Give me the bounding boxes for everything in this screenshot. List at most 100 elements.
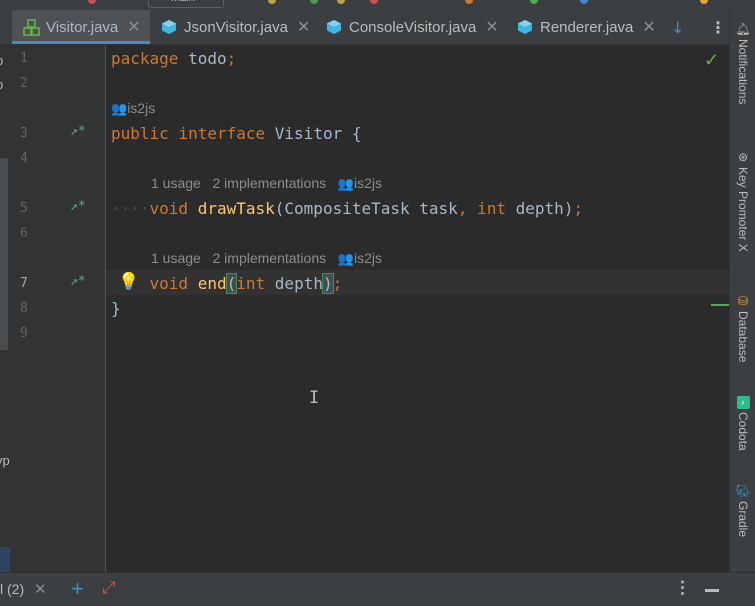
line-number: 1 bbox=[20, 51, 28, 66]
close-icon[interactable]: ✕ bbox=[127, 17, 140, 37]
branch-selector[interactable]: main bbox=[148, 0, 224, 8]
implemented-icon[interactable]: ↗* bbox=[70, 124, 86, 139]
line-number: 4 bbox=[20, 151, 28, 166]
more-vertical-icon: ⋮ bbox=[710, 17, 726, 37]
no-problems-check-icon[interactable]: ✓ bbox=[704, 50, 719, 71]
show-hidden-tabs-button[interactable]: ↓ bbox=[671, 10, 684, 44]
code-editor[interactable]: ✓ package todo; 👥is2js public interface … bbox=[106, 45, 729, 572]
top-toolbar-strip: main bbox=[0, 0, 755, 10]
keyword: void bbox=[149, 274, 189, 293]
toolbar-icon[interactable] bbox=[268, 0, 276, 4]
minimize-icon[interactable] bbox=[705, 589, 719, 592]
param-type: CompositeTask bbox=[284, 199, 410, 218]
code-line-3[interactable]: public interface Visitor { bbox=[111, 121, 362, 146]
codota-tool-button[interactable]: › Codota bbox=[730, 396, 755, 451]
keyword: int bbox=[477, 199, 506, 218]
usages-inlay-hint[interactable]: 1 usage 2 implementations 👥is2js bbox=[151, 172, 382, 194]
panel-selection bbox=[0, 547, 10, 572]
panel-scrollbar[interactable] bbox=[0, 158, 8, 350]
matched-paren: ) bbox=[322, 273, 334, 294]
method-name: end bbox=[197, 274, 227, 293]
key-promoter-icon: ⊛ bbox=[737, 150, 749, 164]
branch-label: main bbox=[171, 0, 195, 4]
usages-inlay-hint[interactable]: 1 usage 2 implementations 👥is2js bbox=[151, 247, 382, 269]
implementations-hint[interactable]: 2 implementations bbox=[213, 250, 327, 266]
keyword: void bbox=[149, 199, 189, 218]
tab-visitor-java[interactable]: Visitor.java ✕ bbox=[12, 10, 150, 44]
toolbar-icon[interactable] bbox=[530, 0, 538, 4]
toolbar-icon[interactable] bbox=[370, 0, 378, 4]
line-number: 8 bbox=[20, 301, 28, 316]
class-icon bbox=[160, 18, 178, 36]
keyword: interface bbox=[178, 124, 266, 143]
tab-label: ConsoleVisitor.java bbox=[349, 18, 477, 36]
matched-paren: ( bbox=[225, 273, 238, 294]
class-icon bbox=[325, 18, 343, 36]
database-tool-button[interactable]: ⛁ Database bbox=[730, 294, 755, 362]
tab-consolevisitor-java[interactable]: ConsoleVisitor.java ✕ bbox=[325, 10, 499, 44]
project-panel-edge: o o yp bbox=[0, 45, 10, 572]
terminal-tab-label[interactable]: l (2) bbox=[0, 581, 24, 597]
line-number: 5 bbox=[20, 201, 28, 216]
interface-name: Visitor bbox=[274, 124, 343, 143]
usage-hint[interactable]: 1 usage bbox=[151, 175, 201, 191]
line-number: 7 bbox=[20, 276, 28, 291]
line-number: 9 bbox=[20, 326, 28, 341]
implemented-icon[interactable]: ↗* bbox=[70, 199, 86, 214]
toolbar-icon[interactable] bbox=[88, 0, 96, 4]
people-icon: 👥 bbox=[337, 176, 354, 191]
gradle-icon: 🐘︎ bbox=[735, 484, 751, 498]
toolbar-icon[interactable] bbox=[337, 0, 345, 4]
key-promoter-tool-button[interactable]: ⊛ Key Promoter X bbox=[730, 150, 755, 252]
author-name[interactable]: is2js bbox=[354, 175, 382, 191]
author-name: is2js bbox=[127, 100, 156, 116]
tool-label: Notifications bbox=[736, 39, 750, 105]
bottom-tool-bar: l (2) ✕ + ⤢ ⋮ bbox=[0, 572, 755, 606]
code-line-5[interactable]: ····void drawTask(CompositeTask task, in… bbox=[111, 196, 583, 221]
keyword: public bbox=[111, 124, 169, 143]
down-arrow-icon: ↓ bbox=[671, 17, 685, 37]
tab-renderer-java[interactable]: Renderer.java ✕ bbox=[516, 10, 656, 44]
close-icon[interactable]: ✕ bbox=[485, 17, 498, 37]
close-icon[interactable]: ✕ bbox=[642, 17, 655, 37]
interface-icon bbox=[22, 18, 40, 36]
more-vertical-icon[interactable]: ⋮ bbox=[674, 578, 691, 598]
implemented-icon[interactable]: ↗* bbox=[70, 274, 86, 289]
toolbar-icon[interactable] bbox=[465, 0, 473, 4]
line-number: 2 bbox=[20, 76, 28, 91]
implementations-hint[interactable]: 2 implementations bbox=[213, 175, 327, 191]
expand-icon[interactable]: ⤢ bbox=[102, 578, 116, 598]
people-icon: 👥 bbox=[337, 251, 354, 266]
line-number: 3 bbox=[20, 126, 28, 141]
param-name: depth bbox=[274, 274, 323, 293]
notifications-tool-button[interactable]: 🔔︎ Notifications bbox=[730, 22, 755, 104]
code-line-8[interactable]: } bbox=[111, 296, 121, 321]
param-name: depth bbox=[515, 199, 564, 218]
tab-jsonvisitor-java[interactable]: JsonVisitor.java ✕ bbox=[160, 10, 310, 44]
close-icon[interactable]: ✕ bbox=[34, 580, 47, 598]
toolbar-icon[interactable] bbox=[700, 0, 708, 4]
mouse-ibeam-cursor: I bbox=[309, 388, 320, 408]
tool-label: Codota bbox=[736, 412, 750, 451]
tab-label: Renderer.java bbox=[540, 18, 634, 36]
usage-hint[interactable]: 1 usage bbox=[151, 250, 201, 266]
code-line-7[interactable]: void end(int depth); bbox=[111, 271, 342, 296]
tool-label: Database bbox=[736, 311, 750, 363]
class-icon bbox=[516, 18, 534, 36]
panel-text: o bbox=[0, 53, 3, 68]
add-icon[interactable]: + bbox=[71, 576, 84, 602]
tab-options-button[interactable]: ⋮ bbox=[710, 10, 726, 44]
author-inlay-hint[interactable]: 👥is2js bbox=[111, 97, 155, 119]
author-name[interactable]: is2js bbox=[354, 250, 382, 266]
code-line-1[interactable]: package todo; bbox=[111, 46, 236, 71]
line-number: 6 bbox=[20, 226, 28, 241]
close-icon[interactable]: ✕ bbox=[297, 17, 310, 37]
codota-icon: › bbox=[736, 396, 750, 409]
editor-gutter[interactable]: 1 2 3 ↗* 4 5 ↗* 6 7 ↗* 8 9 bbox=[10, 45, 106, 572]
toolbar-icon[interactable] bbox=[310, 0, 318, 4]
editor-tab-bar: Visitor.java ✕ JsonVisitor.java ✕ Consol… bbox=[0, 10, 729, 45]
toolbar-icon[interactable] bbox=[580, 0, 588, 4]
gradle-tool-button[interactable]: 🐘︎ Gradle bbox=[730, 484, 755, 537]
change-marker[interactable] bbox=[711, 304, 729, 306]
keyword: int bbox=[236, 274, 266, 293]
